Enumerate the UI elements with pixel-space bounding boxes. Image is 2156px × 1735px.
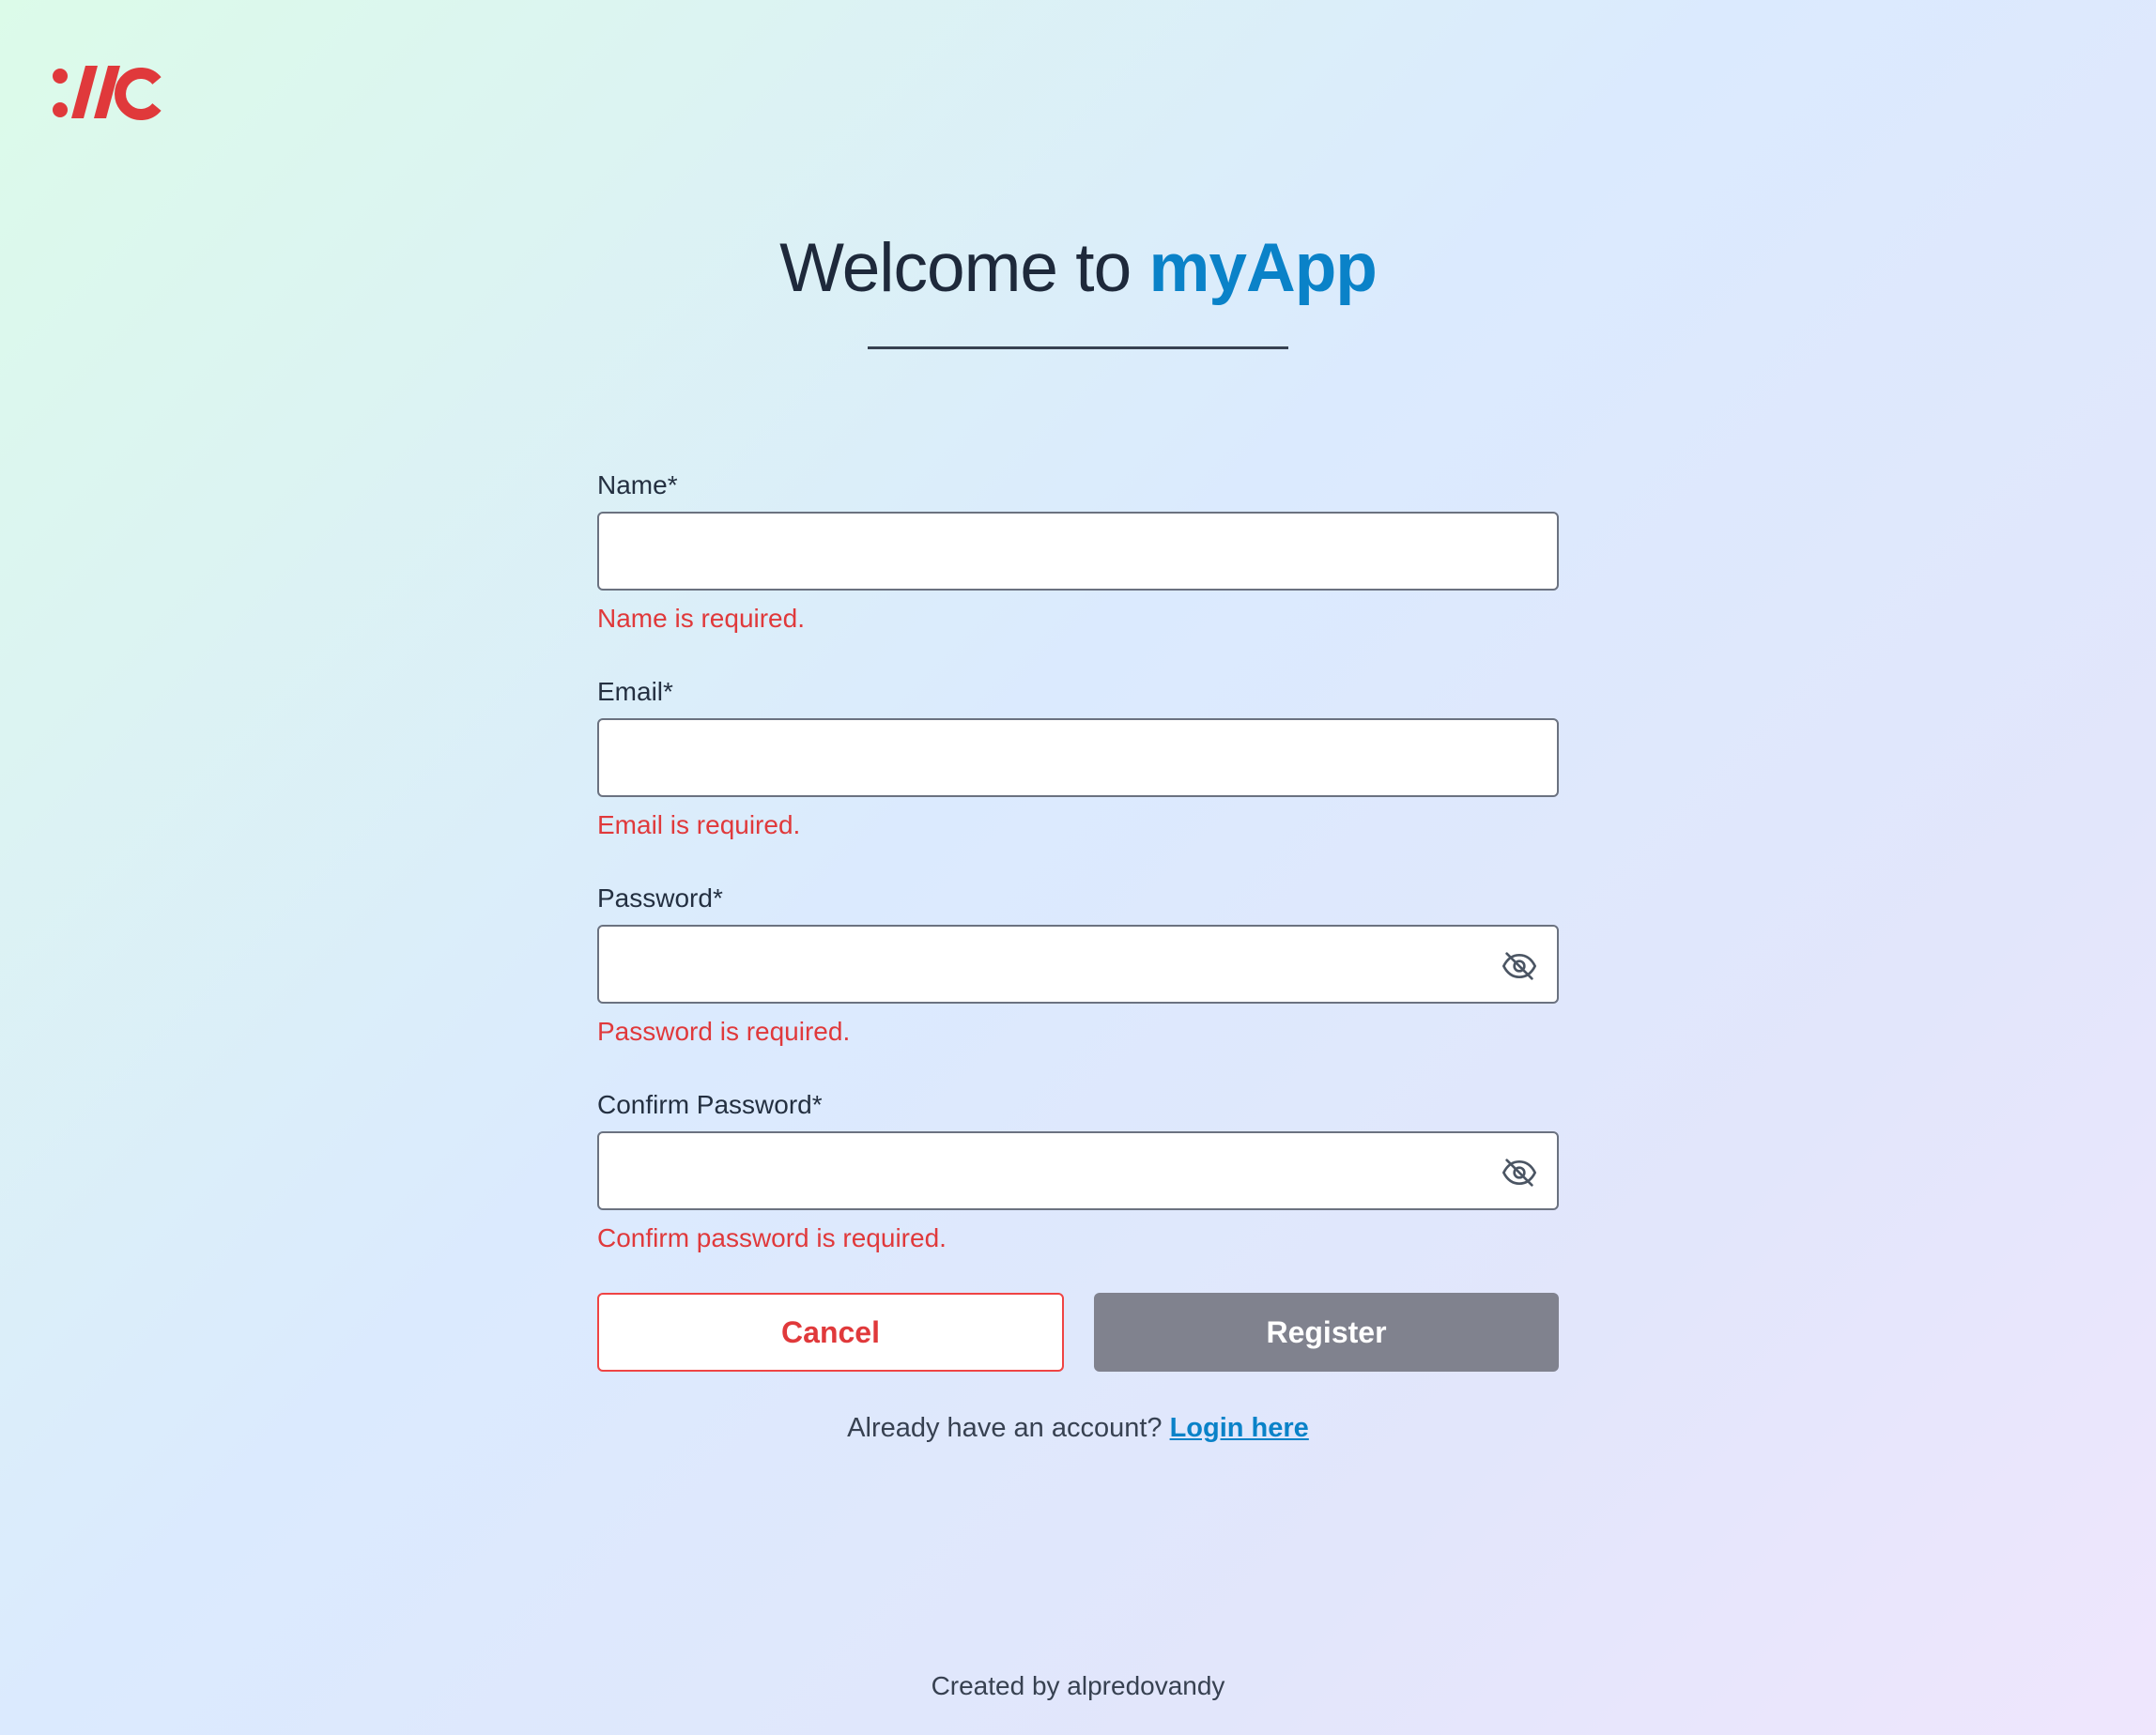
email-label: Email* [597, 677, 673, 706]
confirm-password-input[interactable] [599, 1133, 1557, 1208]
form-actions: Cancel Register [597, 1293, 1559, 1372]
confirm-password-field-group: Confirm Password* Confirm password is re… [597, 1082, 1559, 1289]
password-input-wrapper [597, 925, 1559, 1004]
brand-name: myApp [1148, 230, 1377, 306]
login-prompt: Already have an account? Login here [597, 1405, 1559, 1451]
register-button[interactable]: Register [1094, 1293, 1559, 1372]
name-input-wrapper [597, 512, 1559, 591]
email-field-group: Email* Email is required. [597, 669, 1559, 876]
confirm-password-error: Confirm password is required. [597, 1223, 947, 1252]
eye-off-icon[interactable] [1501, 947, 1538, 985]
login-prompt-text: Already have an account? [847, 1413, 1170, 1443]
page-title: Welcome to myApp [0, 223, 2156, 314]
confirm-password-input-wrapper [597, 1131, 1559, 1210]
email-input[interactable] [599, 720, 1557, 795]
name-error: Name is required. [597, 604, 805, 633]
welcome-header: Welcome to myApp [0, 223, 2156, 349]
password-label: Password* [597, 883, 723, 913]
name-field-group: Name* Name is required. [597, 463, 1559, 669]
password-input[interactable] [599, 927, 1557, 1002]
eye-off-icon[interactable] [1501, 1154, 1538, 1191]
confirm-password-label: Confirm Password* [597, 1090, 823, 1119]
login-link[interactable]: Login here [1170, 1413, 1309, 1443]
email-input-wrapper [597, 718, 1559, 797]
title-divider [868, 346, 1288, 349]
password-field-group: Password* Password is required. [597, 876, 1559, 1082]
email-error: Email is required. [597, 810, 801, 839]
cancel-button[interactable]: Cancel [597, 1293, 1064, 1372]
register-form: Name* Name is required. Email* Email is … [597, 463, 1559, 1443]
name-label: Name* [597, 470, 678, 499]
app-logo [53, 66, 162, 120]
password-error: Password is required. [597, 1017, 851, 1046]
title-prefix: Welcome to [779, 230, 1149, 306]
footer-credit: Created by alpredovandy [931, 1671, 1225, 1700]
name-input[interactable] [599, 514, 1557, 589]
